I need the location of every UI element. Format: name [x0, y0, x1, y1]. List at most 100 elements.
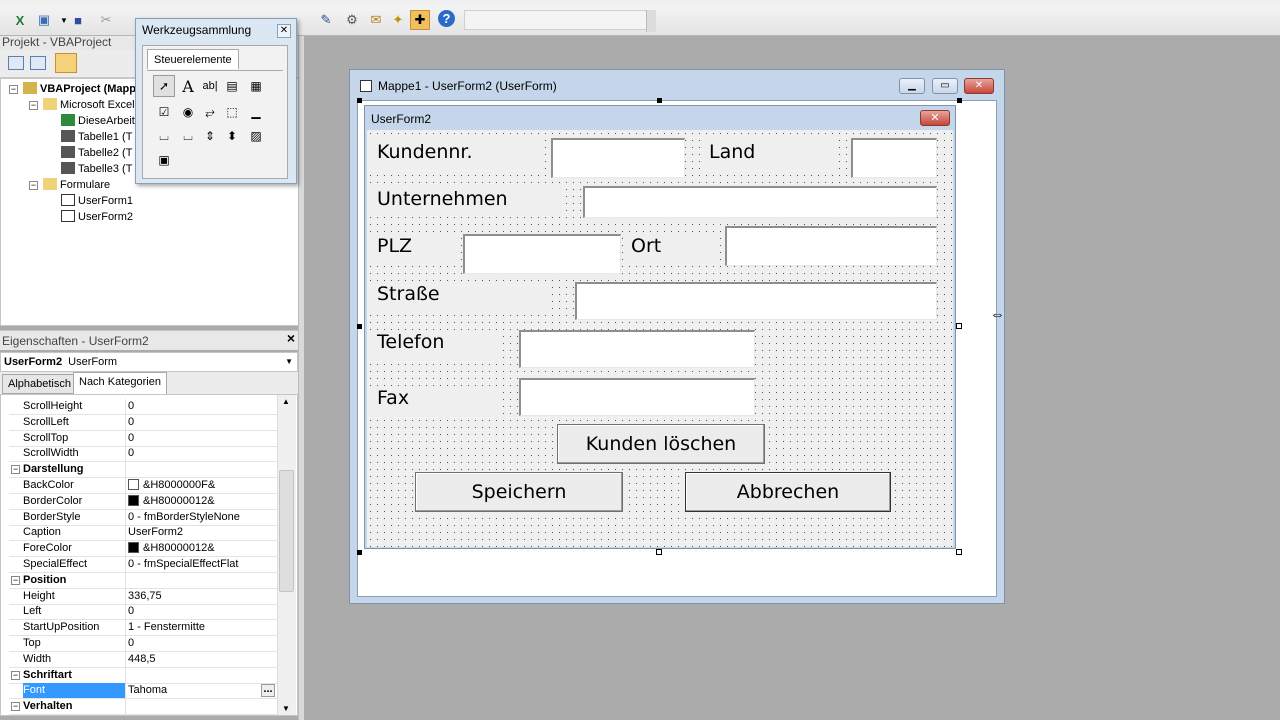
textbox-land[interactable]	[851, 138, 937, 178]
refedit-icon[interactable]: ▣	[153, 149, 175, 171]
property-value[interactable]: 0	[125, 430, 277, 446]
property-row[interactable]: Width 448,5	[9, 651, 277, 668]
chevron-down-icon[interactable]: ▼	[285, 353, 293, 371]
resize-handle-w[interactable]	[357, 324, 362, 329]
userform-grid-surface[interactable]: Kundennr. Land Unternehmen PLZ Ort Straß…	[367, 130, 953, 547]
collapse-icon[interactable]: −	[11, 702, 20, 712]
label-telefon[interactable]: Telefon	[369, 330, 503, 360]
textbox-kundennr[interactable]	[551, 138, 685, 178]
property-value[interactable]: 0	[125, 399, 277, 414]
properties-icon[interactable]: ✉	[366, 10, 386, 30]
close-icon[interactable]: ×	[284, 331, 298, 346]
userform-close-button[interactable]: ✕	[920, 110, 950, 126]
close-window-button[interactable]: ✕	[964, 78, 994, 94]
label-fax[interactable]: Fax	[369, 386, 503, 416]
property-value[interactable]: 336,75	[125, 588, 277, 604]
property-value[interactable]: &H80000012&	[125, 541, 277, 557]
scroll-down-icon[interactable]: ▼	[282, 704, 290, 713]
tree-item-tabelle3[interactable]: Tabelle3 (T	[61, 161, 132, 177]
property-row[interactable]: ScrollTop 0	[9, 430, 277, 447]
checkbox-icon[interactable]: ☑	[153, 101, 175, 123]
toolbar-options-icon[interactable]	[646, 10, 656, 32]
tab-steuerelemente[interactable]: Steuerelemente	[147, 49, 239, 69]
resize-handle-se[interactable]	[956, 549, 962, 555]
label-kundennr[interactable]: Kundennr.	[369, 140, 543, 170]
tabstrip-icon[interactable]: ⌴	[153, 125, 175, 147]
property-row[interactable]: BackColor &H8000000F&	[9, 478, 277, 494]
property-value[interactable]: &H80000012&	[125, 493, 277, 509]
spinbutton-icon[interactable]: ⬍	[221, 125, 243, 147]
textbox-unternehmen[interactable]	[583, 186, 937, 218]
textbox-plz[interactable]	[463, 234, 621, 274]
scrollbar-thumb[interactable]	[279, 470, 294, 592]
resize-handle-nw[interactable]	[357, 98, 362, 103]
property-category[interactable]: − Verhalten	[9, 699, 277, 715]
collapse-icon[interactable]: −	[11, 465, 20, 475]
property-row[interactable]: ScrollWidth 0	[9, 446, 277, 463]
property-value[interactable]: 0	[125, 414, 277, 430]
kunden-loeschen-button[interactable]: Kunden löschen	[557, 424, 765, 464]
textbox-strasse[interactable]	[575, 282, 937, 320]
property-row[interactable]: ScrollHeight 0	[9, 399, 277, 415]
togglebutton-icon[interactable]: ⥂	[199, 101, 221, 123]
view-code-icon[interactable]	[8, 56, 24, 70]
tree-item-tabelle1[interactable]: Tabelle1 (T	[61, 129, 132, 145]
property-value[interactable]: Tahoma...	[125, 683, 277, 699]
property-value[interactable]	[125, 462, 277, 478]
scroll-up-icon[interactable]: ▲	[282, 397, 290, 406]
frame-icon[interactable]: ⬚	[221, 101, 243, 123]
optionbutton-icon[interactable]: ◉	[177, 101, 199, 123]
textbox-fax[interactable]	[519, 378, 755, 416]
abbrechen-button[interactable]: Abbrechen	[685, 472, 891, 512]
property-row[interactable]: BorderColor &H80000012&	[9, 493, 277, 510]
view-object-icon[interactable]	[30, 56, 46, 70]
excel-icon[interactable]: X	[10, 10, 30, 30]
property-row[interactable]: SpecialEffect 0 - fmSpecialEffectFlat	[9, 557, 277, 573]
tree-item-excel-objects[interactable]: Microsoft Excel	[43, 97, 135, 113]
tab-alphabetisch[interactable]: Alphabetisch	[2, 374, 77, 394]
help-icon[interactable]: ?	[438, 10, 455, 27]
property-row[interactable]: Font Tahoma...	[9, 683, 277, 700]
label-A-icon[interactable]: A	[177, 75, 199, 97]
label-land[interactable]: Land	[701, 140, 833, 170]
property-value[interactable]	[125, 667, 277, 683]
design-mode-icon[interactable]: ✎	[316, 10, 336, 30]
collapse-icon[interactable]: −	[9, 85, 18, 94]
property-row[interactable]: ForeColor &H80000012&	[9, 541, 277, 558]
property-row[interactable]: Caption UserForm2	[9, 525, 277, 542]
property-value[interactable]: 0	[125, 446, 277, 462]
property-value[interactable]: 0	[125, 604, 277, 620]
property-value[interactable]: &H8000000F&	[125, 478, 277, 493]
property-row[interactable]: StartUpPosition 1 - Fenstermitte	[9, 620, 277, 637]
property-value[interactable]: 448,5	[125, 651, 277, 667]
collapse-icon[interactable]: −	[29, 101, 38, 110]
multipage-icon[interactable]: ⌴	[177, 125, 199, 147]
object-selector[interactable]: UserForm2 UserForm ▼	[0, 352, 298, 372]
label-ort[interactable]: Ort	[623, 234, 719, 264]
collapse-icon[interactable]: −	[11, 575, 20, 585]
collapse-icon[interactable]: −	[11, 670, 20, 680]
tree-item-tabelle2[interactable]: Tabelle2 (T	[61, 145, 132, 161]
pointer-icon[interactable]: ➚	[153, 75, 175, 97]
tree-item-vbaproject[interactable]: VBAProject (Mapp	[23, 81, 136, 97]
image-icon[interactable]: ▨	[245, 125, 267, 147]
tab-nach-kategorien[interactable]: Nach Kategorien	[73, 372, 167, 394]
collapse-icon[interactable]: −	[29, 181, 38, 190]
property-value[interactable]	[125, 572, 277, 588]
resize-handle-sw[interactable]	[357, 550, 362, 555]
maximize-button[interactable]: ▭	[932, 78, 958, 94]
label-unternehmen[interactable]: Unternehmen	[369, 187, 563, 217]
toolbox-icon[interactable]: ✚	[410, 10, 430, 30]
property-category[interactable]: − Darstellung	[9, 462, 277, 479]
commandbutton-icon[interactable]: ▁	[245, 101, 267, 123]
close-icon[interactable]: ✕	[277, 24, 291, 38]
save-icon[interactable]: ■	[68, 10, 88, 30]
property-row[interactable]: BorderStyle 0 - fmBorderStyleNone	[9, 509, 277, 526]
resize-handle-ne[interactable]	[957, 98, 962, 103]
combobox-icon[interactable]: ▤	[221, 75, 243, 97]
resize-handle-n[interactable]	[657, 98, 662, 103]
tree-item-formulare[interactable]: Formulare	[43, 177, 110, 193]
tree-item-userform1[interactable]: UserForm1	[61, 193, 133, 209]
tree-item-userform2[interactable]: UserForm2	[61, 209, 133, 225]
property-value[interactable]	[125, 699, 277, 715]
